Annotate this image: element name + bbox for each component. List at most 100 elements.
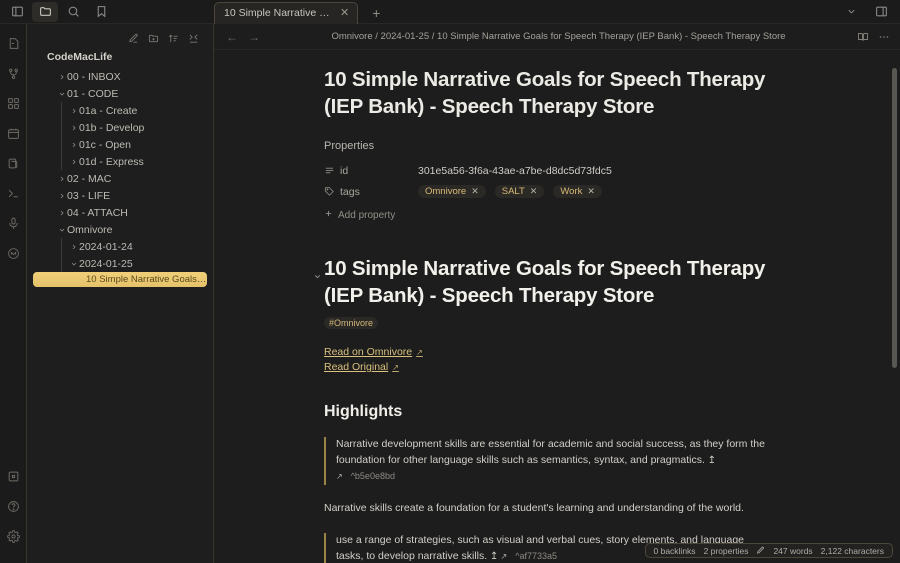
tab-strip-actions [838,2,900,22]
status-characters[interactable]: 2,122 characters [821,546,884,556]
app-window: 10 Simple Narrative Goal... ✕ + [0,0,900,563]
vault-icon[interactable] [2,465,24,487]
paragraph-block[interactable]: Narrative skills create a foundation for… [324,501,780,517]
external-link[interactable]: Read on Omnivore ↗ [324,346,423,358]
pencil-icon[interactable] [756,546,765,555]
tag-chip-label: Omnivore [425,186,467,198]
tree-indent-guide [61,255,62,272]
settings-icon[interactable] [2,525,24,547]
new-note-icon[interactable] [128,33,139,44]
file-tree-folder[interactable]: 04 - ATTACH [27,204,213,221]
chevron-right-icon[interactable] [68,158,79,166]
file-tree-folder[interactable]: 2024-01-24 [27,238,213,255]
back-arrow-icon[interactable]: ← [226,31,238,43]
remove-tag-icon[interactable]: ✕ [587,186,595,197]
file-tree-folder[interactable]: 03 - LIFE [27,187,213,204]
file-tree-item-active[interactable]: 10 Simple Narrative Goals for Sp... [33,272,207,287]
external-link[interactable]: Read Original ↗ [324,361,399,373]
tree-item-label: 01 - CODE [67,87,119,100]
inline-tag-omnivore[interactable]: #Omnivore [324,317,379,330]
close-icon[interactable]: ✕ [338,7,351,20]
chevron-down-icon[interactable] [56,90,67,98]
chevron-right-icon[interactable] [56,73,67,81]
share-up-icon[interactable]: ↥ [487,551,498,562]
file-tree-folder[interactable]: 01b - Develop [27,119,213,136]
left-icon-rail [0,24,27,563]
heading-1: 10 Simple Narrative Goals for Speech The… [314,255,780,309]
chevron-down-icon[interactable] [838,2,864,22]
more-options-icon[interactable] [878,31,890,43]
chevron-right-icon[interactable] [56,192,67,200]
file-tree-folder[interactable]: 00 - INBOX [27,68,213,85]
document: 10 Simple Narrative Goals for Speech The… [214,66,900,563]
toggle-right-sidebar-icon[interactable] [868,2,894,22]
sort-icon[interactable] [168,33,179,44]
file-tree-folder[interactable]: 01d - Express [27,153,213,170]
external-link-icon[interactable]: ↗ [498,552,508,561]
open-note-icon[interactable] [2,32,24,54]
file-tree-folder[interactable]: Omnivore [27,221,213,238]
file-tree-folder[interactable]: 02 - MAC [27,170,213,187]
file-tree-folder[interactable]: 01c - Open [27,136,213,153]
chevron-down-icon[interactable] [56,226,67,234]
rail-bottom-group [2,465,24,563]
status-backlinks[interactable]: 0 backlinks [654,546,696,556]
remove-tag-icon[interactable]: ✕ [471,186,479,197]
calendar-icon[interactable] [2,122,24,144]
status-properties[interactable]: 2 properties [704,546,749,556]
bookmarks-icon[interactable] [88,2,114,22]
copy-icon[interactable] [2,152,24,174]
block-text: Narrative skills create a foundation for… [324,502,744,515]
tag-chip[interactable]: Work ✕ [553,185,602,199]
file-tree-folder[interactable]: 01a - Create [27,102,213,119]
new-folder-icon[interactable] [148,33,159,44]
highlight-quote-block[interactable]: Narrative development skills are essenti… [324,437,772,486]
help-icon[interactable] [2,495,24,517]
external-link-icon[interactable]: ↗ [336,472,343,481]
tree-item-label: Omnivore [67,223,113,236]
chevron-right-icon[interactable] [56,209,67,217]
status-words[interactable]: 247 words [773,546,812,556]
plus-icon [324,209,333,221]
new-tab-button[interactable]: + [368,5,384,21]
chevron-right-icon[interactable] [68,243,79,251]
tag-chip[interactable]: Omnivore ✕ [418,185,486,199]
properties-section: Properties id 301e5a56-3f6a-43ae-a7be-d8… [324,140,780,221]
chevron-down-icon[interactable] [68,260,79,268]
omnivore-icon[interactable] [2,242,24,264]
toggle-left-sidebar-icon[interactable] [4,2,30,22]
editor-content[interactable]: 10 Simple Narrative Goals for Speech The… [214,50,900,563]
breadcrumb[interactable]: Omnivore / 2024-01-25 / 10 Simple Narrat… [260,31,857,42]
files-icon[interactable] [32,1,58,22]
file-tree-folder[interactable]: 2024-01-25 [27,255,213,272]
terminal-icon[interactable] [2,182,24,204]
tree-indent-guide [61,119,62,136]
remove-tag-icon[interactable]: ✕ [530,186,538,197]
chevron-right-icon[interactable] [68,107,79,115]
add-property-label: Add property [338,209,396,221]
file-tree-folder[interactable]: 01 - CODE [27,85,213,102]
tab-active-note[interactable]: 10 Simple Narrative Goal... ✕ [214,1,359,24]
chevron-right-icon[interactable] [68,124,79,132]
chevron-right-icon[interactable] [56,175,67,183]
external-link-icon: ↗ [416,347,423,357]
page-title: 10 Simple Narrative Goals for Speech The… [324,68,766,119]
tag-chip[interactable]: SALT ✕ [494,185,545,199]
collapse-all-icon[interactable] [188,33,199,44]
reading-view-icon[interactable] [857,31,869,43]
property-row-id[interactable]: id 301e5a56-3f6a-43ae-a7be-d8dc5d73fdc5 [324,160,780,181]
property-value-id[interactable]: 301e5a56-3f6a-43ae-a7be-d8dc5d73fdc5 [418,165,612,177]
search-icon[interactable] [60,2,86,22]
property-row-tags[interactable]: tags Omnivore ✕ SALT ✕ Work ✕ [324,181,780,202]
microphone-icon[interactable] [2,212,24,234]
git-icon[interactable] [2,62,24,84]
share-up-icon[interactable]: ↥ [705,455,716,466]
chevron-right-icon[interactable] [68,141,79,149]
add-property-button[interactable]: Add property [324,209,780,221]
block-reference-id: ^af7733a5 [515,550,558,561]
chevron-down-icon[interactable] [313,261,322,288]
file-explorer-toolbar [27,24,213,46]
vertical-scrollbar[interactable] [892,68,897,368]
dashboard-icon[interactable] [2,92,24,114]
forward-arrow-icon[interactable]: → [248,31,260,43]
